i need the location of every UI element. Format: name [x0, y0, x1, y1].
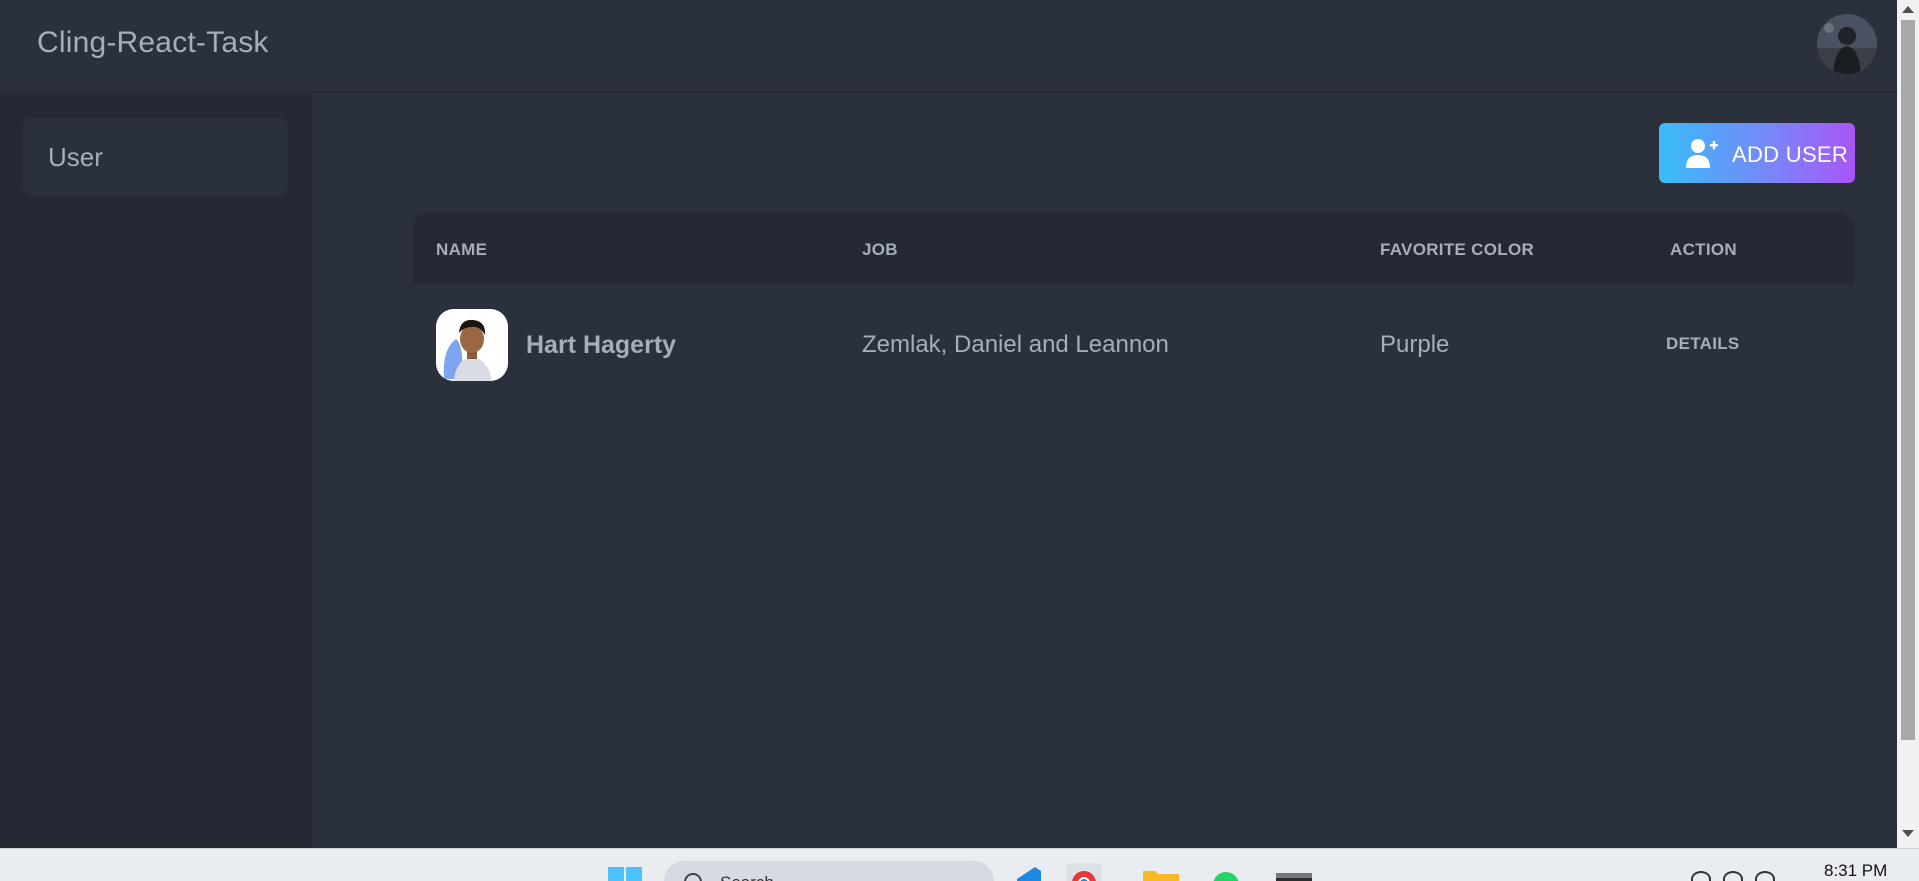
terminal-icon[interactable] [1276, 863, 1312, 881]
windows-taskbar: Search 8:31 PM [0, 848, 1919, 881]
profile-photo-icon [1817, 14, 1877, 74]
taskbar-clock[interactable]: 8:31 PM [1824, 861, 1887, 881]
sidebar-item-label: User [48, 142, 103, 172]
column-header-name: NAME [436, 240, 488, 259]
user-photo-icon [436, 309, 508, 381]
user-job: Zemlak, Daniel and Leannon [862, 331, 1169, 358]
column-header-action: ACTION [1670, 240, 1737, 259]
chrome-icon[interactable] [1066, 863, 1102, 881]
app-title[interactable]: Cling-React-Task [37, 26, 269, 60]
column-header-job: JOB [862, 240, 898, 259]
details-button[interactable]: DETAILS [1666, 334, 1740, 354]
table-row: Hart Hagerty Zemlak, Daniel and Leannon … [413, 285, 1855, 410]
top-navbar: Cling-React-Task [0, 0, 1897, 92]
profile-avatar[interactable] [1817, 14, 1877, 74]
add-user-label: ADD USER [1732, 142, 1849, 167]
sidebar: User [0, 94, 312, 848]
scrollbar-thumb[interactable] [1901, 20, 1915, 740]
users-table: NAME JOB FAVORITE COLOR ACTION Hart Hage… [413, 213, 1855, 410]
user-favorite-color: Purple [1380, 331, 1450, 358]
windows-start-icon[interactable] [608, 867, 642, 881]
add-user-button[interactable]: ADD USER [1659, 123, 1855, 183]
scroll-up-arrow-icon[interactable] [1902, 6, 1914, 13]
add-user-icon [1686, 139, 1718, 168]
column-header-favorite-color: FAVORITE COLOR [1380, 240, 1535, 259]
vscode-icon[interactable] [1009, 863, 1045, 881]
scroll-down-arrow-icon[interactable] [1902, 830, 1914, 837]
table-header: NAME JOB FAVORITE COLOR ACTION [413, 213, 1855, 285]
file-explorer-icon[interactable] [1143, 863, 1179, 881]
sidebar-item-user[interactable]: User [23, 118, 288, 195]
taskbar-search-box[interactable]: Search [664, 861, 994, 881]
vertical-scrollbar[interactable] [1897, 0, 1919, 848]
user-name: Hart Hagerty [526, 331, 677, 359]
whatsapp-icon[interactable] [1208, 863, 1244, 881]
user-avatar [436, 309, 508, 381]
